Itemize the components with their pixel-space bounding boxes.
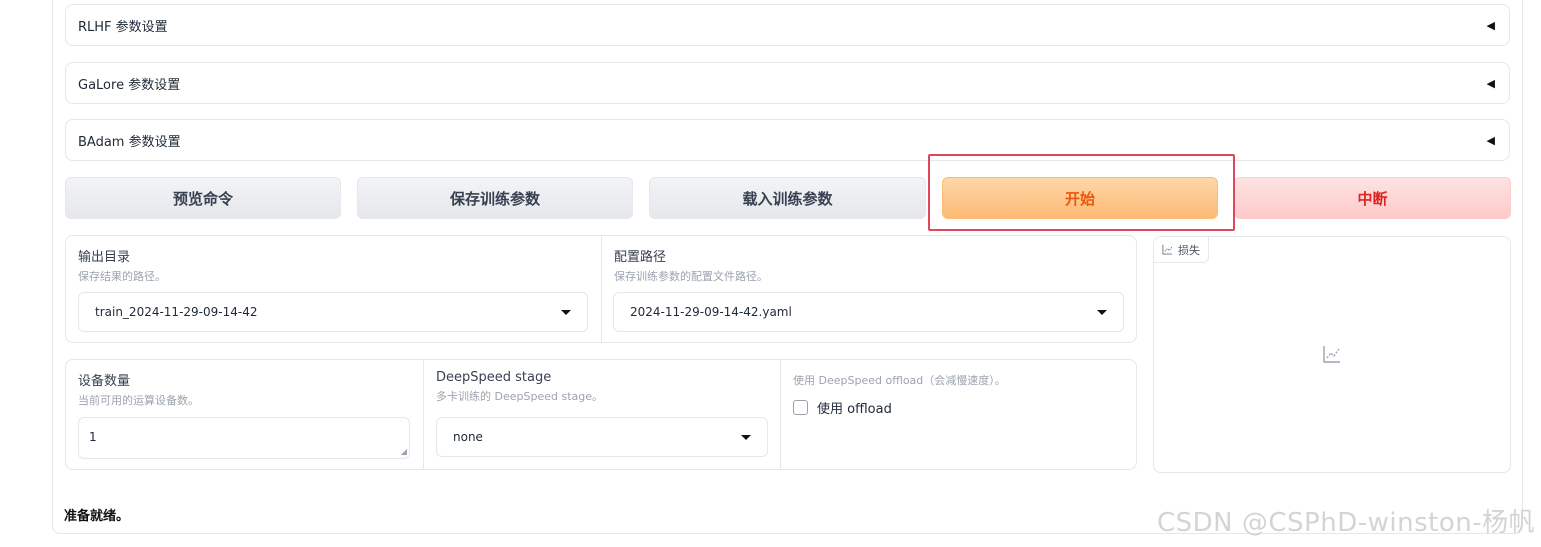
chart-icon (1162, 244, 1173, 255)
output-dir-dropdown[interactable]: train_2024-11-29-09-14-42 (78, 292, 588, 332)
output-config-panel: 输出目录 保存结果的路径。 train_2024-11-29-09-14-42 … (65, 235, 1137, 343)
accordion-galore-label: GaLore 参数设置 (78, 77, 181, 93)
config-path-info: 保存训练参数的配置文件路径。 (614, 270, 768, 283)
config-path-dropdown[interactable]: 2024-11-29-09-14-42.yaml (613, 292, 1124, 332)
device-count-label: 设备数量 (78, 374, 131, 389)
empty-plot-icon (1322, 344, 1342, 368)
ds-stage-dropdown[interactable]: none (436, 417, 768, 457)
watermark: CSDN @CSPhD-winston-杨帆 (1157, 508, 1536, 538)
accordion-rlhf[interactable]: RLHF 参数设置 ◀ (65, 4, 1510, 46)
chevron-down-icon (1097, 309, 1107, 315)
resize-handle-icon[interactable]: ◢ (401, 448, 407, 456)
chevron-down-icon (561, 309, 571, 315)
device-count-info: 当前可用的运算设备数。 (78, 394, 199, 407)
device-count-value: 1 (89, 430, 97, 444)
collapse-arrow-icon: ◀ (1486, 18, 1495, 32)
abort-button[interactable]: 中断 (1234, 177, 1511, 219)
config-path-label: 配置路径 (614, 250, 667, 265)
device-count-input[interactable]: 1 ◢ (78, 417, 410, 459)
accordion-badam[interactable]: BAdam 参数设置 ◀ (65, 119, 1510, 161)
ds-offload-label: 使用 offload (817, 402, 892, 417)
output-dir-label: 输出目录 (78, 250, 131, 265)
ds-stage-label: DeepSpeed stage (436, 370, 552, 385)
collapse-arrow-icon: ◀ (1486, 133, 1495, 147)
collapse-arrow-icon: ◀ (1486, 76, 1495, 90)
loss-plot: 损失 (1153, 236, 1511, 473)
loss-plot-tag: 损失 (1154, 237, 1209, 263)
device-panel: 设备数量 当前可用的运算设备数。 1 ◢ DeepSpeed stage 多卡训… (65, 359, 1137, 470)
accordion-rlhf-label: RLHF 参数设置 (78, 19, 168, 35)
ds-offload-info: 使用 DeepSpeed offload（会减慢速度）。 (793, 374, 1006, 387)
preview-command-button[interactable]: 预览命令 (65, 177, 341, 219)
chevron-down-icon (741, 434, 751, 440)
accordion-galore[interactable]: GaLore 参数设置 ◀ (65, 62, 1510, 104)
load-args-button[interactable]: 载入训练参数 (649, 177, 926, 219)
output-dir-info: 保存结果的路径。 (78, 270, 166, 283)
ds-offload-checkbox-row[interactable]: 使用 offload (793, 398, 892, 417)
config-path-value: 2024-11-29-09-14-42.yaml (630, 305, 792, 319)
loss-plot-label: 损失 (1178, 243, 1200, 257)
accordion-badam-label: BAdam 参数设置 (78, 134, 181, 150)
ds-offload-checkbox[interactable] (793, 400, 808, 415)
save-args-button[interactable]: 保存训练参数 (357, 177, 633, 219)
ds-stage-info: 多卡训练的 DeepSpeed stage。 (436, 390, 603, 403)
status-text: 准备就绪。 (64, 509, 130, 524)
start-button[interactable]: 开始 (942, 177, 1218, 219)
output-dir-value: train_2024-11-29-09-14-42 (95, 305, 258, 319)
ds-stage-value: none (453, 430, 483, 444)
